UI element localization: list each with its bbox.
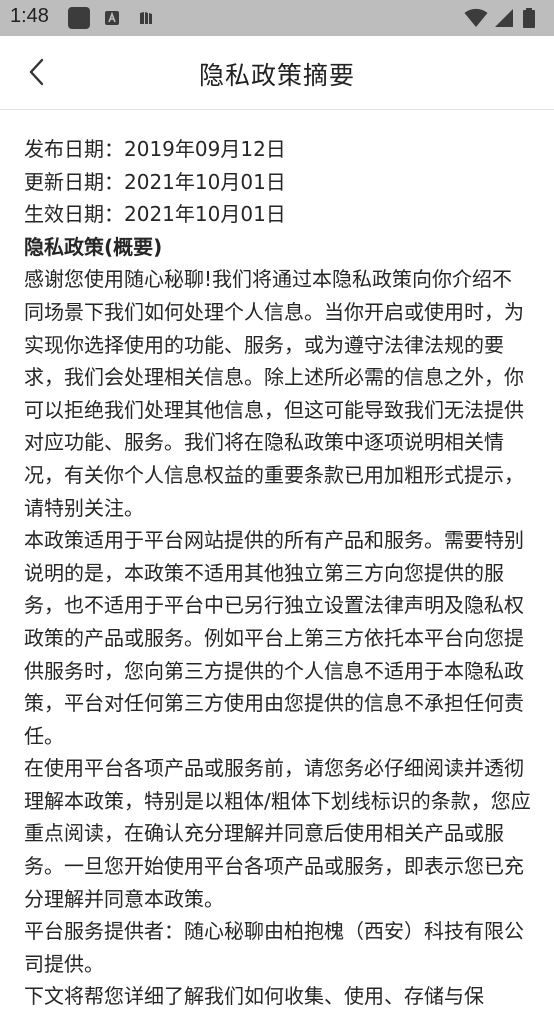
page-title: 隐私政策摘要 bbox=[198, 61, 355, 90]
publish-date: 发布日期：2019年09月12日 bbox=[24, 137, 286, 161]
policy-paragraph-reading: 在使用平台各项产品或服务前，请您务必仔细阅读并透彻理解本政策，特别是以粗体/粗体… bbox=[24, 756, 531, 911]
status-bar: 1:48 bbox=[0, 0, 554, 36]
signal-icon bbox=[495, 9, 513, 27]
section-heading: 隐私政策(概要) bbox=[24, 234, 163, 259]
keyboard-icon bbox=[105, 11, 119, 25]
policy-paragraph-scope: 本政策适用于平台网站提供的所有产品和服务。需要特别说明的是，本政策不适用其他独立… bbox=[24, 528, 524, 748]
storage-icon bbox=[140, 12, 152, 24]
policy-content: 发布日期：2019年09月12日 更新日期：2021年10月01日 生效日期：2… bbox=[24, 133, 532, 1013]
status-time: 1:48 bbox=[10, 5, 49, 27]
status-system-icons bbox=[464, 8, 544, 28]
policy-paragraph-provider: 平台服务提供者：随心秘聊由柏抱槐（西安）科技有限公司提供。 bbox=[24, 919, 524, 976]
app-icon bbox=[68, 7, 90, 29]
effective-date: 生效日期：2021年10月01日 bbox=[24, 202, 286, 227]
policy-paragraph-next: 下文将帮您详细了解我们如何收集、使用、存储与保 bbox=[24, 984, 484, 1009]
battery-icon bbox=[523, 8, 535, 28]
policy-paragraph-intro: 感谢您使用随心秘聊!我们将通过本隐私政策向你介绍不同场景下我们如何处理个人信息。… bbox=[24, 267, 524, 520]
wifi-icon bbox=[464, 8, 488, 27]
update-date: 更新日期：2021年10月01日 bbox=[24, 169, 286, 194]
app-bar: 隐私政策摘要 bbox=[0, 36, 554, 110]
